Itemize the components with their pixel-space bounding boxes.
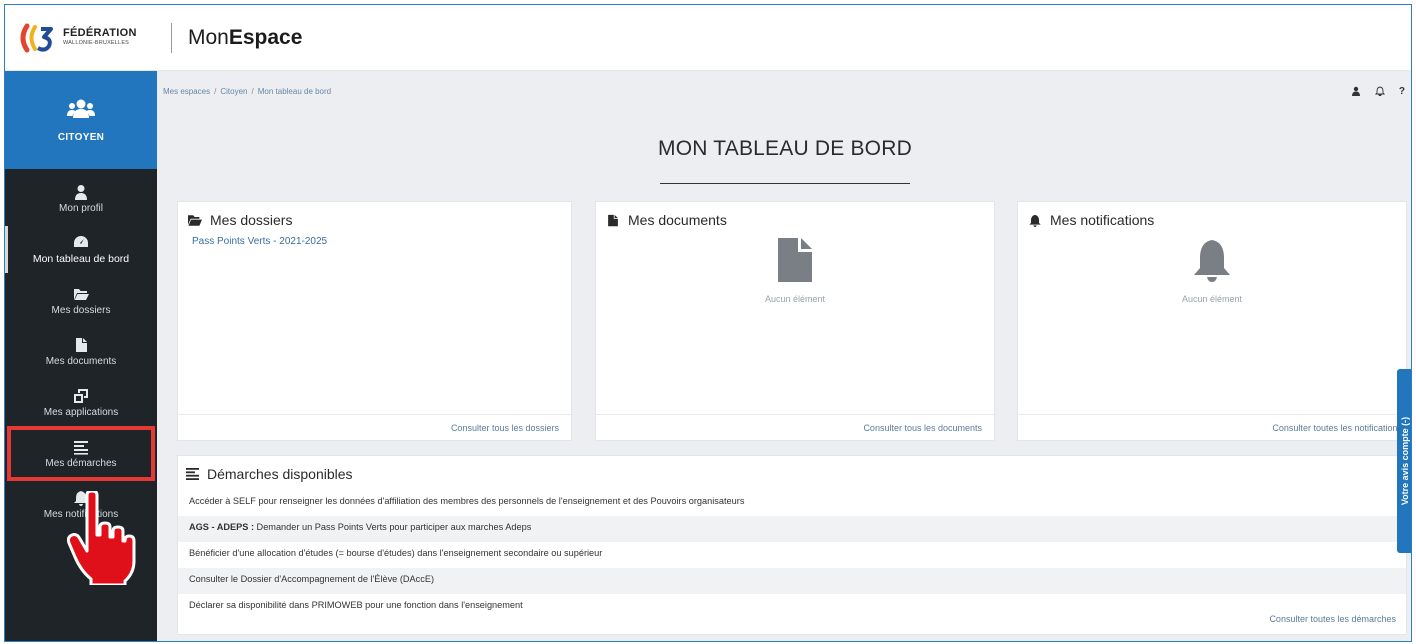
main-content: Mes espaces / Citoyen / Mon tableau de bord … xyxy=(157,71,1411,641)
app-title-light: Mon xyxy=(188,25,229,49)
demarches-panel: Démarches disponibles Accéder à SELF pou… xyxy=(177,455,1407,635)
empty-state-text: Aucun élément xyxy=(764,294,826,304)
card-title-text: Mes notifications xyxy=(1050,212,1155,228)
breadcrumb-separator: / xyxy=(214,86,217,96)
breadcrumb-item-mes-espaces[interactable]: Mes espaces xyxy=(163,87,210,96)
title-underline xyxy=(660,183,910,184)
user-account-icon[interactable] xyxy=(1351,86,1361,96)
app-title[interactable]: MonEspace xyxy=(188,26,302,50)
empty-state: Aucun élément xyxy=(1018,240,1406,304)
folder-icon xyxy=(74,288,89,300)
consulter-dossiers-link[interactable]: Consulter tous les dossiers xyxy=(178,414,571,440)
feedback-tab[interactable]: Votre avis compte (-) xyxy=(1397,369,1411,553)
breadcrumb-item-citoyen[interactable]: Citoyen xyxy=(220,87,247,96)
bell-outline-icon[interactable] xyxy=(1374,86,1385,96)
logo-line2: WALLONIE-BRUXELLES xyxy=(63,40,130,47)
dossier-item-link[interactable]: Pass Points Verts - 2021-2025 xyxy=(178,228,571,247)
sidebar-item-label: Mes documents xyxy=(45,355,117,367)
consulter-demarches-link[interactable]: Consulter toutes les démarches xyxy=(1269,614,1396,624)
sidebar-item-label: Mes dossiers xyxy=(51,304,111,316)
consulter-notifications-link[interactable]: Consulter toutes les notifications xyxy=(1018,414,1406,440)
card-mes-dossiers: Mes dossiers Pass Points Verts - 2021-20… xyxy=(177,201,572,441)
demarches-list: Accéder à SELF pour renseigner les donné… xyxy=(178,490,1406,620)
demarche-item[interactable]: Consulter le Dossier d'Accompagnement de… xyxy=(178,568,1406,594)
sidebar-item-label: Mes applications xyxy=(43,406,119,418)
windows-icon xyxy=(74,388,88,403)
bell-large-icon xyxy=(1194,240,1230,282)
breadcrumb-bar: Mes espaces / Citoyen / Mon tableau de bord … xyxy=(157,71,1411,111)
top-icons: ? xyxy=(1351,86,1405,97)
demarche-item-text: Demander un Pass Points Verts pour parti… xyxy=(254,522,532,532)
card-mes-documents: Mes documents Aucun élément Consulter to… xyxy=(595,201,995,441)
demarche-item-text: Bénéficier d'une allocation d'études (= … xyxy=(189,548,603,558)
demarche-item-text: Déclarer sa disponibilité dans PRIMOWEB … xyxy=(189,600,523,610)
card-mes-notifications: Mes notifications Aucun élément Consulte… xyxy=(1017,201,1407,441)
fwb-logo[interactable]: FÉDÉRATION WALLONIE-BRUXELLES xyxy=(17,23,167,53)
page-title: MON TABLEAU DE BORD xyxy=(658,137,912,160)
sidebar-item-mes-applications[interactable]: Mes applications xyxy=(5,377,157,428)
help-icon[interactable]: ? xyxy=(1399,86,1405,97)
app-title-bold: Espace xyxy=(228,25,303,49)
sidebar-item-mes-documents[interactable]: Mes documents xyxy=(5,326,157,377)
sidebar-item-label: Mon tableau de bord xyxy=(32,253,130,265)
demarche-item[interactable]: Bénéficier d'une allocation d'études (= … xyxy=(178,542,1406,568)
demarches-title: Démarches disponibles xyxy=(178,456,1406,482)
user-icon xyxy=(75,184,87,200)
profile-header[interactable]: CITOYEN xyxy=(5,71,157,169)
list-icon xyxy=(74,440,88,455)
profile-type-label: CITOYEN xyxy=(57,131,105,143)
demarche-item-text: Accéder à SELF pour renseigner les donné… xyxy=(189,496,745,506)
folder-open-icon xyxy=(188,214,202,226)
card-title: Mes notifications xyxy=(1018,202,1406,228)
feedback-tab-label: Votre avis compte (-) xyxy=(1400,416,1410,506)
demarche-item-prefix: AGS - ADEPS : xyxy=(189,522,254,532)
document-icon xyxy=(76,337,87,352)
breadcrumb-separator: / xyxy=(251,86,254,96)
pointing-hand-icon xyxy=(67,491,136,585)
fwb-logo-icon xyxy=(20,23,53,52)
demarche-item[interactable]: AGS - ADEPS : Demander un Pass Points Ve… xyxy=(178,516,1406,542)
card-title: Mes dossiers xyxy=(178,202,571,228)
demarche-item[interactable]: Accéder à SELF pour renseigner les donné… xyxy=(178,490,1406,516)
dashboard-icon xyxy=(74,236,88,247)
breadcrumb-item-current: Mon tableau de bord xyxy=(257,86,332,96)
sidebar-item-tableau-de-bord[interactable]: Mon tableau de bord xyxy=(5,224,157,275)
header-separator xyxy=(171,22,172,53)
empty-state: Aucun élément xyxy=(596,238,994,304)
bell-icon xyxy=(1029,214,1041,227)
sidebar-item-mes-demarches[interactable]: Mes démarches xyxy=(7,426,155,481)
sidebar-item-mes-dossiers[interactable]: Mes dossiers xyxy=(5,275,157,326)
users-group-icon xyxy=(67,99,95,118)
document-large-icon xyxy=(778,238,812,282)
demarches-title-text: Démarches disponibles xyxy=(207,466,353,482)
card-title-text: Mes dossiers xyxy=(210,212,293,228)
list-icon xyxy=(186,468,199,480)
demarche-item[interactable]: Déclarer sa disponibilité dans PRIMOWEB … xyxy=(178,594,1406,620)
app-header: FÉDÉRATION WALLONIE-BRUXELLES MonEspace xyxy=(5,5,1411,71)
card-title: Mes documents xyxy=(596,202,994,228)
card-title-text: Mes documents xyxy=(628,212,727,228)
empty-state-text: Aucun élément xyxy=(1181,294,1243,304)
browser-frame: FÉDÉRATION WALLONIE-BRUXELLES MonEspace … xyxy=(4,4,1412,642)
document-icon xyxy=(608,214,618,226)
logo-line1: FÉDÉRATION xyxy=(63,27,137,40)
dashboard-cards: Mes dossiers Pass Points Verts - 2021-20… xyxy=(177,201,1411,441)
sidebar-item-mon-profil[interactable]: Mon profil xyxy=(5,173,157,224)
demarche-item-text: Consulter le Dossier d'Accompagnement de… xyxy=(189,574,435,584)
breadcrumb: Mes espaces / Citoyen / Mon tableau de bord xyxy=(163,87,331,96)
consulter-documents-link[interactable]: Consulter tous les documents xyxy=(596,414,994,440)
sidebar-item-label: Mes démarches xyxy=(45,457,117,469)
sidebar-item-label: Mon profil xyxy=(59,202,103,214)
